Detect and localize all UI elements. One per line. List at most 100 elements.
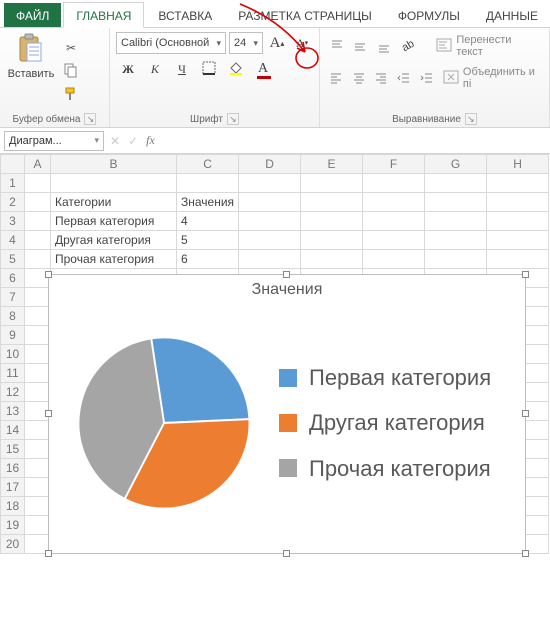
col-header[interactable]: E bbox=[301, 155, 363, 174]
col-header[interactable]: H bbox=[487, 155, 549, 174]
align-top-button[interactable] bbox=[326, 35, 348, 57]
cell[interactable] bbox=[239, 174, 301, 193]
orientation-button[interactable]: ab bbox=[397, 35, 419, 57]
row-header[interactable]: 13 bbox=[1, 402, 25, 421]
cell[interactable] bbox=[363, 212, 425, 231]
clipboard-dialog-launcher[interactable]: ↘ bbox=[84, 113, 96, 125]
pie-plot[interactable] bbox=[49, 299, 279, 547]
legend-item[interactable]: Первая категория bbox=[279, 365, 515, 390]
cell[interactable] bbox=[25, 345, 51, 364]
row-header[interactable]: 7 bbox=[1, 288, 25, 307]
cell[interactable] bbox=[25, 516, 51, 535]
font-dialog-launcher[interactable]: ↘ bbox=[227, 113, 239, 125]
resize-handle[interactable] bbox=[522, 271, 529, 278]
increase-font-button[interactable]: A▴ bbox=[266, 32, 288, 54]
cell[interactable] bbox=[363, 250, 425, 269]
cell[interactable] bbox=[425, 212, 487, 231]
row-header[interactable]: 19 bbox=[1, 516, 25, 535]
row-header[interactable]: 12 bbox=[1, 383, 25, 402]
cell[interactable]: Первая категория bbox=[51, 212, 177, 231]
tab-data[interactable]: ДАННЫЕ bbox=[474, 3, 550, 27]
format-painter-button[interactable] bbox=[60, 86, 82, 106]
align-bottom-button[interactable] bbox=[373, 35, 395, 57]
border-button[interactable] bbox=[197, 58, 221, 80]
cell[interactable] bbox=[487, 174, 549, 193]
cell[interactable] bbox=[425, 250, 487, 269]
cell[interactable]: Прочая категория bbox=[51, 250, 177, 269]
row-header[interactable]: 2 bbox=[1, 193, 25, 212]
cell[interactable] bbox=[425, 193, 487, 212]
tab-file[interactable]: ФАЙЛ bbox=[4, 3, 61, 27]
font-size-combo[interactable]: 24▾ bbox=[229, 32, 263, 54]
cancel-icon[interactable]: ✕ bbox=[110, 134, 120, 148]
row-header[interactable]: 20 bbox=[1, 535, 25, 554]
cell[interactable] bbox=[425, 174, 487, 193]
cell[interactable] bbox=[301, 174, 363, 193]
cell[interactable] bbox=[25, 421, 51, 440]
resize-handle[interactable] bbox=[45, 550, 52, 557]
row-header[interactable]: 6 bbox=[1, 269, 25, 288]
cell[interactable] bbox=[25, 326, 51, 345]
align-right-button[interactable] bbox=[371, 67, 392, 89]
tab-home[interactable]: ГЛАВНАЯ bbox=[63, 2, 144, 28]
cell[interactable] bbox=[487, 231, 549, 250]
cell[interactable] bbox=[487, 193, 549, 212]
align-center-button[interactable] bbox=[349, 67, 370, 89]
cell[interactable] bbox=[51, 174, 177, 193]
col-header[interactable]: D bbox=[239, 155, 301, 174]
cell[interactable] bbox=[301, 250, 363, 269]
row-header[interactable]: 3 bbox=[1, 212, 25, 231]
cell[interactable]: 6 bbox=[177, 250, 239, 269]
row-header[interactable]: 5 bbox=[1, 250, 25, 269]
cell[interactable] bbox=[25, 212, 51, 231]
tab-pagelayout[interactable]: РАЗМЕТКА СТРАНИЦЫ bbox=[226, 3, 384, 27]
cell[interactable] bbox=[363, 193, 425, 212]
row-header[interactable]: 11 bbox=[1, 364, 25, 383]
copy-button[interactable] bbox=[60, 62, 82, 82]
cell[interactable] bbox=[25, 440, 51, 459]
row-header[interactable]: 18 bbox=[1, 497, 25, 516]
wrap-text-button[interactable]: Перенести текст bbox=[432, 32, 543, 60]
name-box[interactable]: Диаграм... ▾ bbox=[4, 131, 104, 151]
font-name-combo[interactable]: Calibri (Основной▾ bbox=[116, 32, 226, 54]
cell[interactable]: Другая категория bbox=[51, 231, 177, 250]
legend-item[interactable]: Другая категория bbox=[279, 410, 515, 435]
legend-item[interactable]: Прочая категория bbox=[279, 456, 515, 481]
bold-button[interactable]: Ж bbox=[116, 58, 140, 80]
cell[interactable] bbox=[487, 250, 549, 269]
merge-button[interactable]: Объединить и пі bbox=[439, 64, 543, 92]
resize-handle[interactable] bbox=[522, 550, 529, 557]
italic-button[interactable]: К bbox=[143, 58, 167, 80]
cell[interactable]: 5 bbox=[177, 231, 239, 250]
cell[interactable] bbox=[25, 459, 51, 478]
cell[interactable] bbox=[301, 193, 363, 212]
decrease-indent-button[interactable] bbox=[394, 67, 415, 89]
col-header[interactable]: B bbox=[51, 155, 177, 174]
row-header[interactable]: 9 bbox=[1, 326, 25, 345]
align-left-button[interactable] bbox=[326, 67, 347, 89]
row-header[interactable]: 4 bbox=[1, 231, 25, 250]
cell[interactable]: 4 bbox=[177, 212, 239, 231]
underline-button[interactable]: Ч bbox=[170, 58, 194, 80]
cell[interactable] bbox=[301, 212, 363, 231]
cell[interactable] bbox=[177, 174, 239, 193]
col-header[interactable]: G bbox=[425, 155, 487, 174]
row-header[interactable]: 15 bbox=[1, 440, 25, 459]
col-header[interactable]: C bbox=[177, 155, 239, 174]
align-dialog-launcher[interactable]: ↘ bbox=[465, 113, 477, 125]
cell[interactable] bbox=[25, 231, 51, 250]
cell[interactable] bbox=[239, 250, 301, 269]
cell[interactable] bbox=[25, 307, 51, 326]
chart-legend[interactable]: Первая категория Другая категория Прочая к… bbox=[279, 299, 525, 547]
row-header[interactable]: 10 bbox=[1, 345, 25, 364]
cell[interactable] bbox=[363, 231, 425, 250]
cell[interactable] bbox=[25, 250, 51, 269]
resize-handle[interactable] bbox=[283, 550, 290, 557]
cell[interactable] bbox=[239, 212, 301, 231]
cell[interactable] bbox=[25, 174, 51, 193]
enter-icon[interactable]: ✓ bbox=[128, 134, 138, 148]
cell[interactable] bbox=[425, 231, 487, 250]
cell[interactable]: Значения bbox=[177, 193, 239, 212]
cut-button[interactable]: ✂ bbox=[60, 38, 82, 58]
cell[interactable] bbox=[363, 174, 425, 193]
